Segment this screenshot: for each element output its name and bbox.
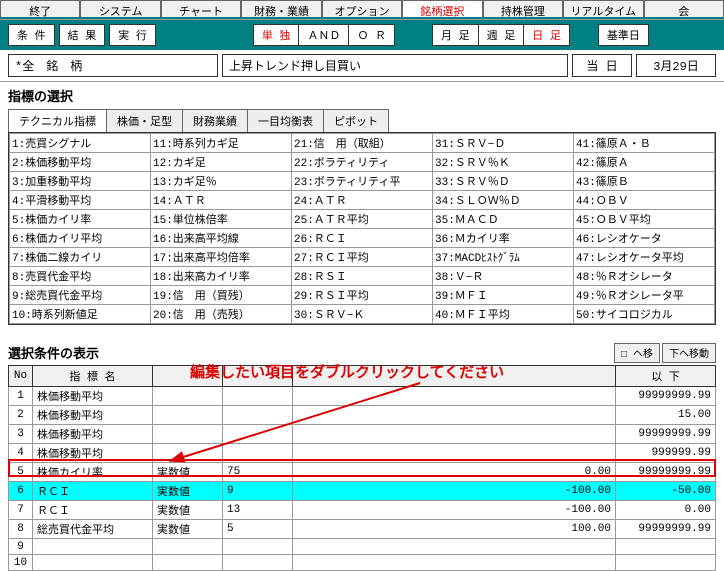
indicator-cell[interactable]: 44:ＯＢＶ: [574, 191, 715, 210]
conditions-table[interactable]: No指 標 名 以 下1株価移動平均99999999.992株価移動平均15.00…: [8, 365, 716, 571]
indicator-cell[interactable]: 3:加重移動平均: [10, 172, 151, 191]
indicator-cell[interactable]: 27:ＲＣＩ平均: [292, 248, 433, 267]
menu-tab-2[interactable]: チャート: [161, 0, 241, 19]
indicator-cell[interactable]: 17:出来高平均倍率: [151, 248, 292, 267]
indicator-cell[interactable]: 46:レシオケータ: [574, 229, 715, 248]
indicator-cell[interactable]: 38:Ｖ−Ｒ: [433, 267, 574, 286]
indicator-cell[interactable]: 34:ＳＬＯＷ％Ｄ: [433, 191, 574, 210]
subtab-1[interactable]: 株価・足型: [106, 109, 183, 132]
indicator-cell[interactable]: 8:売買代金平均: [10, 267, 151, 286]
indicator-section-title: 指標の選択: [0, 81, 724, 109]
indicator-cell[interactable]: 41:篠原Ａ・Ｂ: [574, 134, 715, 153]
indicator-cell[interactable]: 29:ＲＳＩ平均: [292, 286, 433, 305]
cond-header: No: [9, 366, 33, 387]
menu-tab-4[interactable]: オプション: [322, 0, 402, 19]
strategy-field[interactable]: 上昇トレンド押し目買い: [222, 54, 568, 77]
subtab-2[interactable]: 財務業績: [182, 109, 248, 132]
table-row[interactable]: 3株価移動平均99999999.99: [9, 425, 716, 444]
indicator-cell[interactable]: 1:売買シグナル: [10, 134, 151, 153]
menu-tab-8[interactable]: 会: [644, 0, 724, 19]
indicator-cell[interactable]: 5:株価カイリ率: [10, 210, 151, 229]
indicator-cell[interactable]: 22:ボラティリティ: [292, 153, 433, 172]
indicator-cell[interactable]: 42:篠原Ａ: [574, 153, 715, 172]
indicator-cell[interactable]: 39:ＭＦＩ: [433, 286, 574, 305]
indicator-cell[interactable]: 13:カギ足％: [151, 172, 292, 191]
indicator-cell[interactable]: 36:Ｍカイリ率: [433, 229, 574, 248]
cond-header: 指 標 名: [33, 366, 153, 387]
conditions-section-title: 選択条件の表示: [8, 343, 99, 362]
indicator-cell[interactable]: 7:株価二線カイリ: [10, 248, 151, 267]
indicator-cell[interactable]: 32:ＳＲＶ％Ｋ: [433, 153, 574, 172]
logic-btn[interactable]: ＡＮＤ: [298, 24, 349, 46]
indicator-cell[interactable]: 45:ＯＢＶ平均: [574, 210, 715, 229]
indicator-cell[interactable]: 6:株価カイリ平均: [10, 229, 151, 248]
toolbar-btn[interactable]: 実 行: [109, 24, 156, 46]
indicator-cell[interactable]: 11:時系列カギ足: [151, 134, 292, 153]
indicator-cell[interactable]: 49:％Ｒオシレータ平: [574, 286, 715, 305]
date-field: 3月29日: [636, 54, 716, 77]
table-row[interactable]: 4株価移動平均999999.99: [9, 444, 716, 463]
indicator-cell[interactable]: 18:出来高カイリ率: [151, 267, 292, 286]
stock-field[interactable]: *全 銘 柄: [8, 54, 218, 77]
menu-tab-6[interactable]: 持株管理: [483, 0, 563, 19]
subtab-3[interactable]: 一目均衡表: [247, 109, 324, 132]
timeframe-btn[interactable]: 日 足: [523, 24, 570, 46]
menu-tab-0[interactable]: 終了: [0, 0, 80, 19]
table-row[interactable]: 6ＲＣＩ実数値9-100.00-50.00: [9, 482, 716, 501]
indicator-cell[interactable]: 37:MACDﾋｽﾄｸﾞﾗﾑ: [433, 248, 574, 267]
cond-header: 以 下: [616, 366, 716, 387]
indicator-cell[interactable]: 16:出来高平均線: [151, 229, 292, 248]
menu-tab-1[interactable]: システム: [80, 0, 160, 19]
day-label: 当 日: [572, 54, 632, 77]
table-row[interactable]: 10: [9, 555, 716, 571]
indicator-cell[interactable]: 26:ＲＣＩ: [292, 229, 433, 248]
indicator-cell[interactable]: 30:ＳＲＶ−Ｋ: [292, 305, 433, 324]
indicator-cell[interactable]: 47:レシオケータ平均: [574, 248, 715, 267]
indicator-cell[interactable]: 14:ＡＴＲ: [151, 191, 292, 210]
indicator-cell[interactable]: 19:信 用（買残）: [151, 286, 292, 305]
subtab-4[interactable]: ピボット: [323, 109, 389, 132]
menu-tab-5[interactable]: 銘柄選択: [402, 0, 482, 19]
menu-tab-7[interactable]: リアルタイム: [563, 0, 643, 19]
move-btn[interactable]: 下ヘ移動: [662, 343, 716, 363]
menu-tab-3[interactable]: 財務・業績: [241, 0, 321, 19]
timeframe-btn[interactable]: 月 足: [432, 24, 479, 46]
indicator-cell[interactable]: 10:時系列新値足: [10, 305, 151, 324]
indicator-cell[interactable]: 4:平滑移動平均: [10, 191, 151, 210]
indicator-cell[interactable]: 12:カギ足: [151, 153, 292, 172]
timeframe-btn[interactable]: 週 足: [478, 24, 525, 46]
indicator-cell[interactable]: 20:信 用（売残）: [151, 305, 292, 324]
indicator-cell[interactable]: 40:ＭＦＩ平均: [433, 305, 574, 324]
indicator-cell[interactable]: 35:ＭＡＣＤ: [433, 210, 574, 229]
indicator-grid: 1:売買シグナル11:時系列カギ足21:信 用（取組）31:ＳＲＶ−Ｄ41:篠原…: [8, 132, 716, 325]
indicator-cell[interactable]: 24:ＡＴＲ: [292, 191, 433, 210]
toolbar-btn[interactable]: 条 件: [8, 24, 55, 46]
indicator-cell[interactable]: 33:ＳＲＶ％Ｄ: [433, 172, 574, 191]
indicator-cell[interactable]: 43:篠原Ｂ: [574, 172, 715, 191]
table-row[interactable]: 1株価移動平均99999999.99: [9, 387, 716, 406]
indicator-cell[interactable]: 31:ＳＲＶ−Ｄ: [433, 134, 574, 153]
move-btn[interactable]: □ ヘ移: [614, 343, 660, 363]
basedate-btn[interactable]: 基準日: [598, 24, 649, 46]
indicator-cell[interactable]: 48:％Ｒオシレータ: [574, 267, 715, 286]
instruction-text: 編集したい項目をダブルクリックしてください: [190, 361, 504, 382]
subtab-0[interactable]: テクニカル指標: [8, 109, 107, 132]
indicator-cell[interactable]: 9:総売買代金平均: [10, 286, 151, 305]
indicator-cell[interactable]: 28:ＲＳＩ: [292, 267, 433, 286]
indicator-cell[interactable]: 2:株価移動平均: [10, 153, 151, 172]
logic-btn[interactable]: Ｏ Ｒ: [348, 24, 395, 46]
logic-btn[interactable]: 単 独: [253, 24, 300, 46]
table-row[interactable]: 2株価移動平均15.00: [9, 406, 716, 425]
table-row[interactable]: 7ＲＣＩ実数値13-100.000.00: [9, 501, 716, 520]
indicator-cell[interactable]: 50:サイコロジカル: [574, 305, 715, 324]
indicator-cell[interactable]: 15:単位株倍率: [151, 210, 292, 229]
indicator-cell[interactable]: 23:ボラティリティ平: [292, 172, 433, 191]
table-row[interactable]: 5株価カイリ率実数値750.0099999999.99: [9, 463, 716, 482]
indicator-cell[interactable]: 25:ＡＴＲ平均: [292, 210, 433, 229]
table-row[interactable]: 8総売買代金平均実数値5100.0099999999.99: [9, 520, 716, 539]
indicator-cell[interactable]: 21:信 用（取組）: [292, 134, 433, 153]
toolbar-btn[interactable]: 結 果: [59, 24, 106, 46]
